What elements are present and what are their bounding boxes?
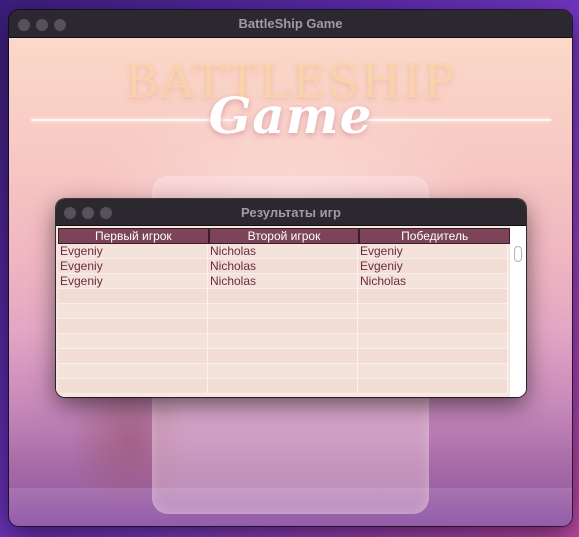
cell-first-player: Evgeniy (58, 244, 208, 259)
column-header-first-player[interactable]: Первый игрок (58, 228, 209, 244)
cell-second-player (208, 334, 358, 349)
dialog-titlebar[interactable]: Результаты игр (56, 199, 526, 226)
cell-winner (358, 349, 508, 364)
table-row-empty[interactable] (58, 289, 508, 304)
vertical-scrollbar[interactable] (510, 226, 526, 397)
cell-winner (358, 364, 508, 379)
cell-winner: Evgeniy (358, 244, 508, 259)
cell-winner (358, 289, 508, 304)
main-titlebar[interactable]: BattleShip Game (9, 10, 572, 38)
cell-second-player: Nicholas (208, 259, 358, 274)
cell-first-player (58, 364, 208, 379)
cell-second-player: Nicholas (208, 244, 358, 259)
table-row-empty[interactable] (58, 334, 508, 349)
cell-first-player: Evgeniy (58, 259, 208, 274)
cell-second-player (208, 379, 358, 394)
cell-second-player (208, 289, 358, 304)
column-header-winner[interactable]: Победитель (359, 228, 511, 244)
results-dialog: Результаты игр Первый игрок Второй игрок… (56, 199, 526, 397)
table-row-empty[interactable] (58, 379, 508, 394)
cell-first-player (58, 349, 208, 364)
table-row[interactable]: Evgeniy Nicholas Evgeniy (58, 259, 508, 274)
cell-first-player: Evgeniy (58, 274, 208, 289)
table-row-empty[interactable] (58, 364, 508, 379)
table-row-empty[interactable] (58, 319, 508, 334)
cell-first-player (58, 289, 208, 304)
dialog-title: Результаты игр (241, 205, 341, 220)
table-row-empty[interactable] (58, 304, 508, 319)
cell-first-player (58, 334, 208, 349)
cell-second-player: Nicholas (208, 274, 358, 289)
table-row-empty[interactable] (58, 349, 508, 364)
cell-first-player (58, 319, 208, 334)
results-table: Первый игрок Второй игрок Победитель Evg… (56, 226, 526, 397)
column-header-second-player[interactable]: Второй игрок (208, 228, 360, 244)
table-body: Evgeniy Nicholas Evgeniy Evgeniy Nichola… (58, 244, 508, 394)
cell-winner: Nicholas (358, 274, 508, 289)
cell-second-player (208, 349, 358, 364)
logo-game-text: Game (208, 86, 373, 145)
cell-winner: Evgeniy (358, 259, 508, 274)
window-title: BattleShip Game (238, 16, 343, 31)
cell-first-player (58, 379, 208, 394)
cell-second-player (208, 319, 358, 334)
cell-first-player (58, 304, 208, 319)
table-header: Первый игрок Второй игрок Победитель (58, 228, 511, 244)
table-row[interactable]: Evgeniy Nicholas Evgeniy (58, 244, 508, 259)
cell-winner (358, 304, 508, 319)
cell-winner (358, 319, 508, 334)
cell-second-player (208, 364, 358, 379)
cell-second-player (208, 304, 358, 319)
cell-winner (358, 334, 508, 349)
cell-winner (358, 379, 508, 394)
table-row[interactable]: Evgeniy Nicholas Nicholas (58, 274, 508, 289)
scrollbar-thumb[interactable] (514, 246, 522, 262)
